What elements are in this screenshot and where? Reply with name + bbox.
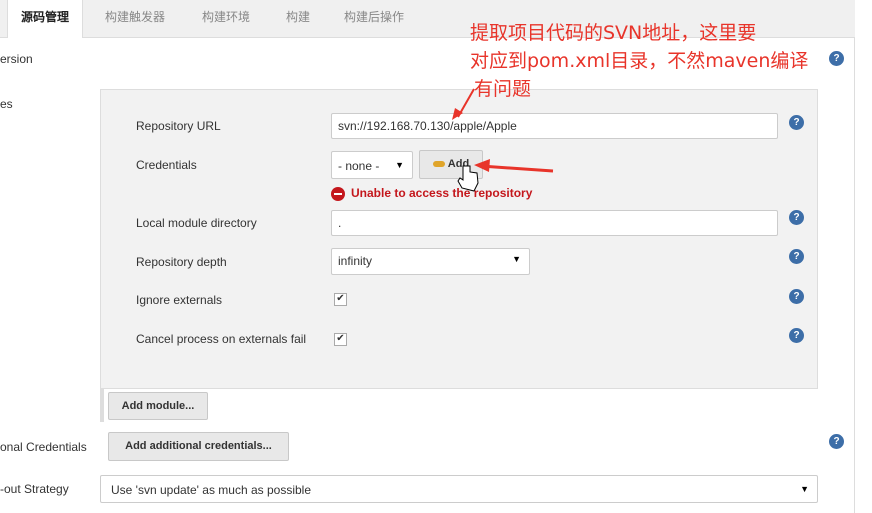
annotation-arrowhead-add xyxy=(474,159,490,172)
annotation-arrow-add xyxy=(480,164,554,173)
hand-cursor-icon xyxy=(457,165,479,192)
annotation-arrows xyxy=(452,88,554,192)
